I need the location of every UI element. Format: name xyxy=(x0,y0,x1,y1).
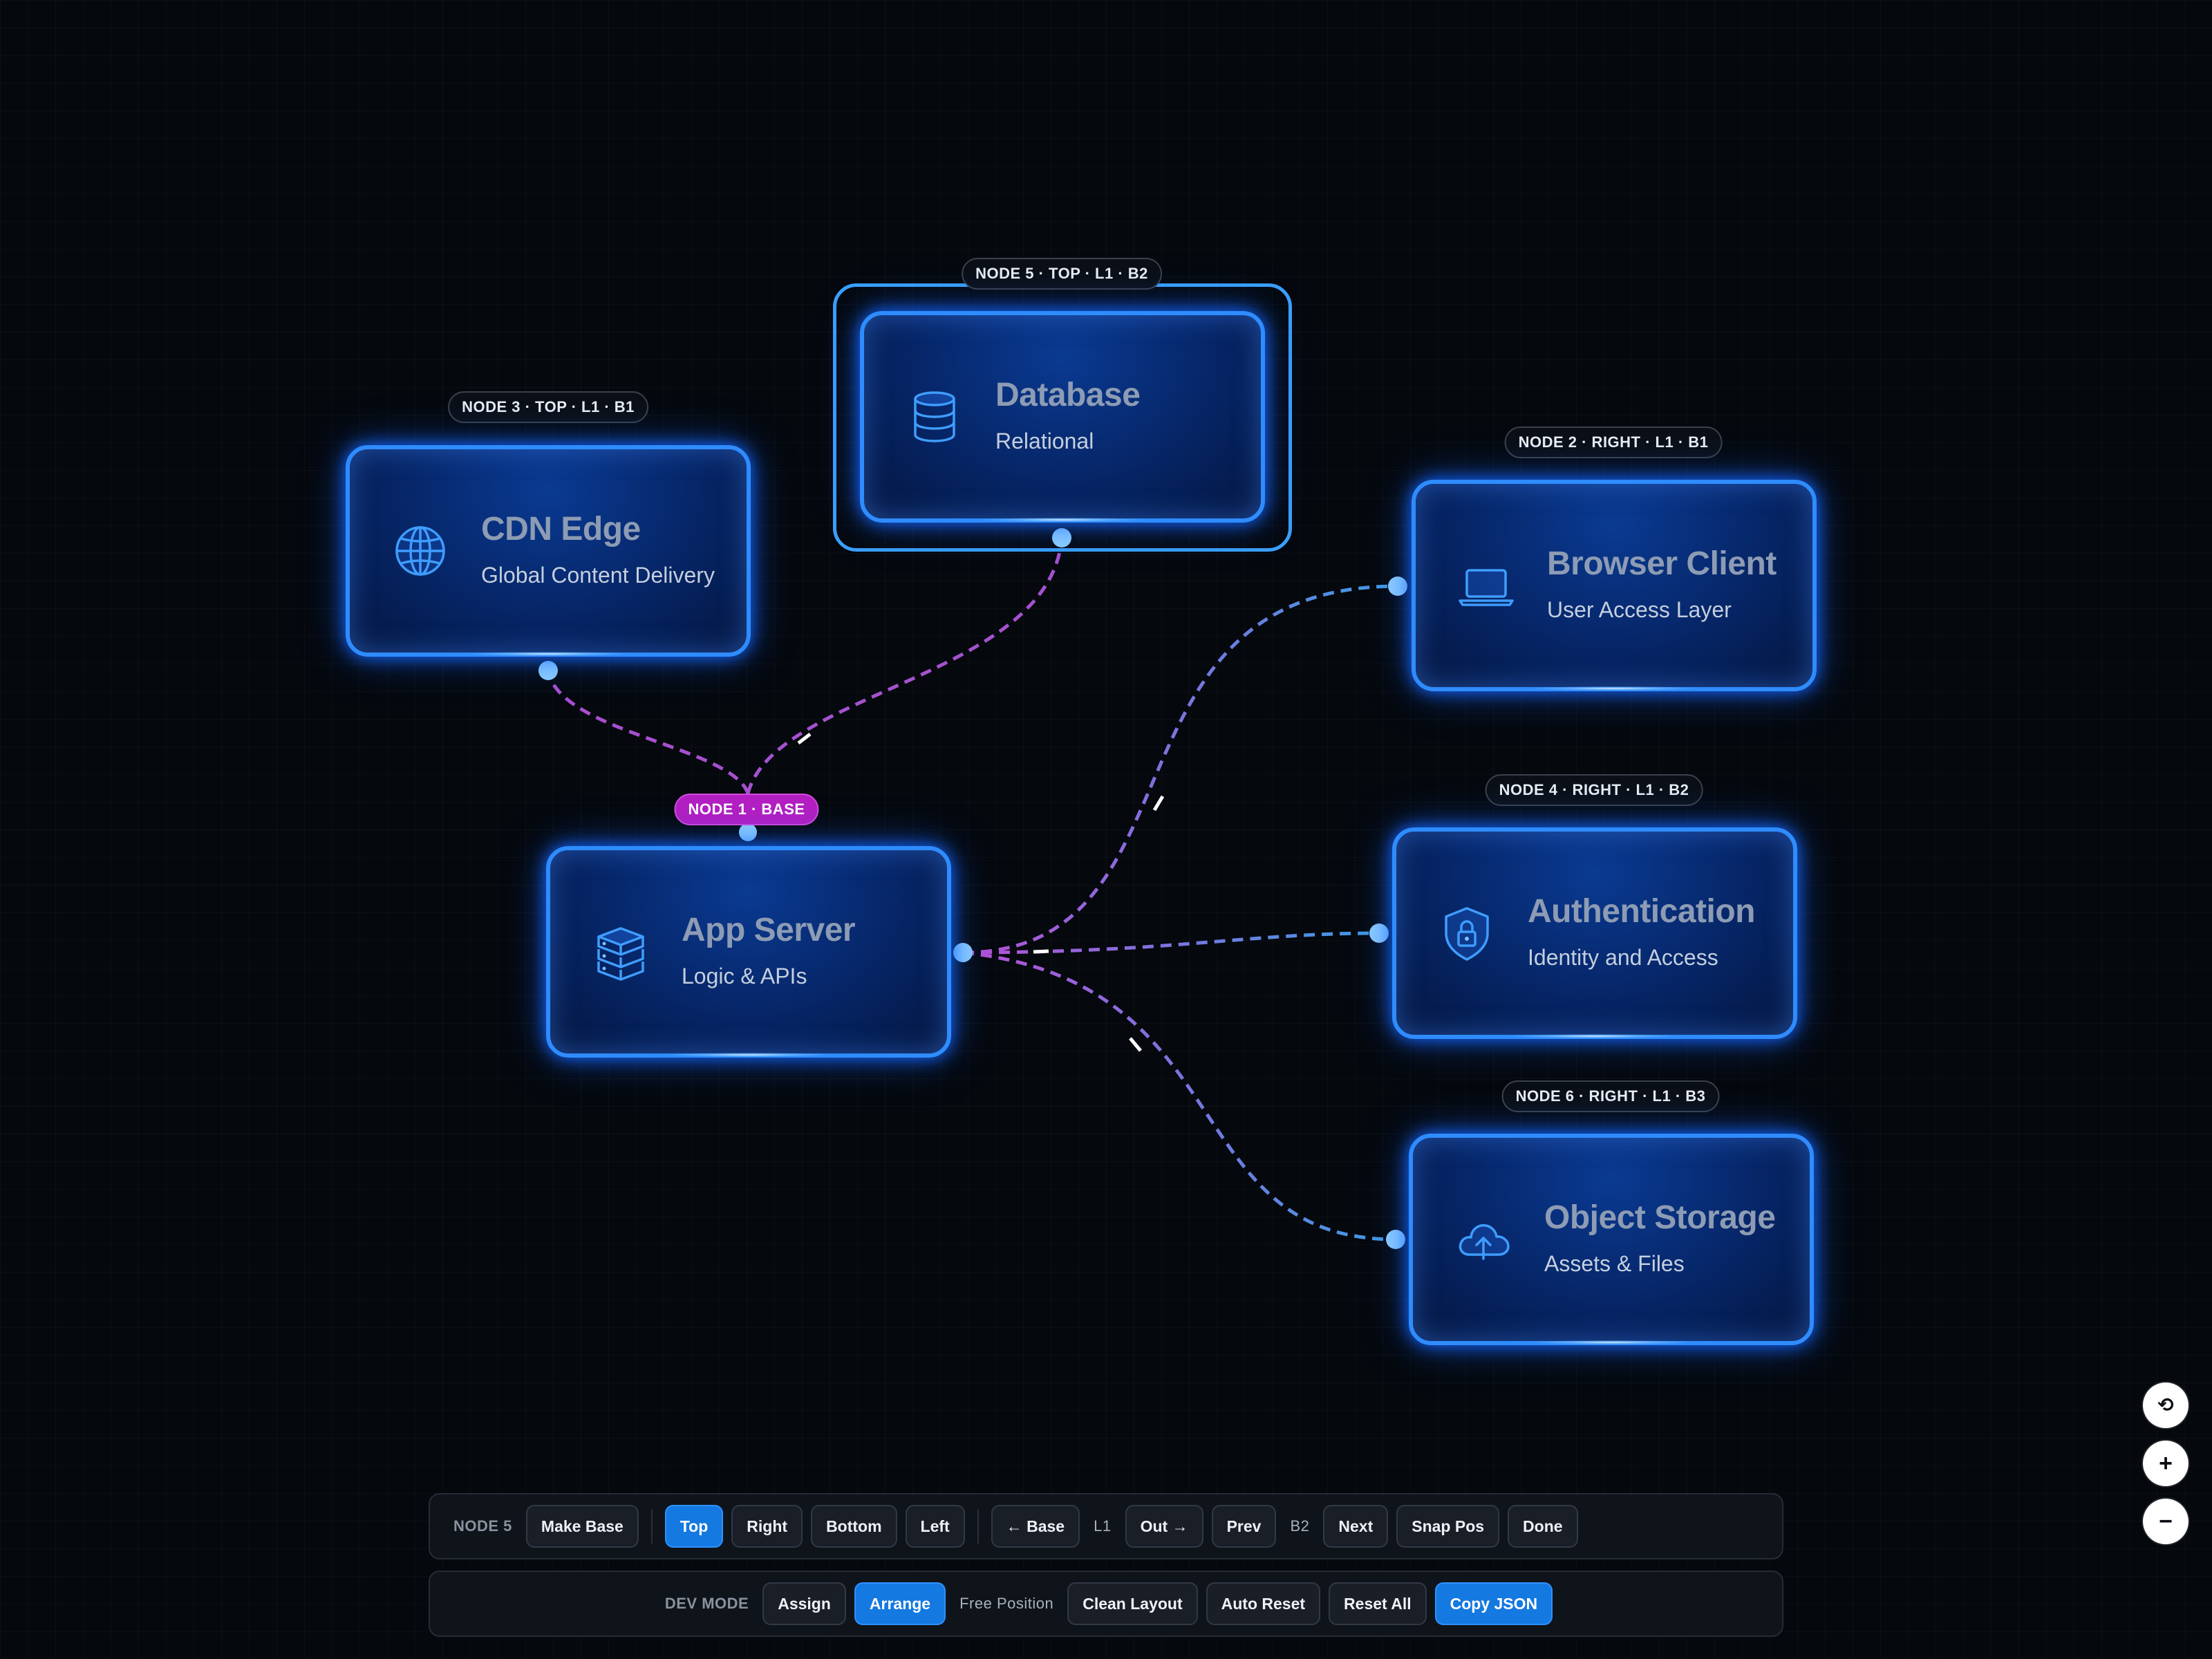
free-position-label: Free Position xyxy=(959,1595,1054,1612)
snap-pos-button[interactable]: Snap Pos xyxy=(1396,1505,1500,1548)
reset-view-button[interactable]: ⟲ xyxy=(2143,1382,2188,1428)
next-branch-button[interactable]: Next xyxy=(1323,1505,1389,1548)
edge-n1-n5 xyxy=(746,537,1064,794)
node-label-n2: NODE 2 · RIGHT · L1 · B1 xyxy=(1504,427,1723,458)
laptop-icon xyxy=(1457,556,1515,615)
side-left-button[interactable]: Left xyxy=(905,1505,965,1548)
copy-json-button[interactable]: Copy JSON xyxy=(1434,1582,1553,1625)
branch-indicator: B2 xyxy=(1290,1517,1310,1535)
to-base-button[interactable]: ← Base xyxy=(991,1505,1080,1548)
edge-flow-marker xyxy=(1152,795,1165,812)
edge-n1-n3 xyxy=(546,670,750,794)
zoom-in-button[interactable]: + xyxy=(2143,1441,2188,1486)
port-n3-bottom[interactable] xyxy=(538,661,558,680)
node-title: Authentication xyxy=(1528,893,1755,930)
node-title: Object Storage xyxy=(1544,1199,1776,1236)
reset-all-button[interactable]: Reset All xyxy=(1329,1582,1427,1625)
node-toolbar: NODE 5 Make Base Top Right Bottom Left ←… xyxy=(429,1493,1783,1559)
node-label-n1: NODE 1 · BASE xyxy=(674,794,819,825)
shield-lock-icon xyxy=(1438,904,1496,962)
node-label-n6: NODE 6 · RIGHT · L1 · B3 xyxy=(1501,1080,1720,1112)
node-subtitle: Logic & APIs xyxy=(682,964,807,988)
node-subtitle: Relational xyxy=(995,429,1094,453)
toolbar-divider xyxy=(650,1509,653,1544)
node-label-n5: NODE 5 · TOP · L1 · B2 xyxy=(962,258,1162,290)
port-n1-top[interactable] xyxy=(739,823,757,841)
level-indicator: L1 xyxy=(1094,1517,1112,1535)
node-label-n4: NODE 4 · RIGHT · L1 · B2 xyxy=(1485,774,1703,806)
port-n4-left[interactable] xyxy=(1369,924,1389,943)
port-n6-left[interactable] xyxy=(1386,1230,1405,1249)
port-n1-right[interactable] xyxy=(953,943,973,962)
prev-branch-button[interactable]: Prev xyxy=(1211,1505,1277,1548)
node-title: CDN Edge xyxy=(481,511,641,547)
dev-mode-label: DEV MODE xyxy=(664,1595,749,1612)
node-label-n3: NODE 3 · TOP · L1 · B1 xyxy=(448,391,648,423)
dev-toolbar: DEV MODE Assign Arrange Free Position Cl… xyxy=(429,1571,1783,1637)
arrange-button[interactable]: Arrange xyxy=(854,1582,946,1625)
selected-node-label: NODE 5 xyxy=(453,1517,512,1535)
assign-button[interactable]: Assign xyxy=(762,1582,846,1625)
done-button[interactable]: Done xyxy=(1508,1505,1578,1548)
edge-n1-n4 xyxy=(962,931,1380,955)
node-subtitle: Identity and Access xyxy=(1528,945,1718,970)
make-base-button[interactable]: Make Base xyxy=(525,1505,639,1548)
node-browser-client[interactable]: Browser Client User Access Layer xyxy=(1412,480,1817,691)
side-bottom-button[interactable]: Bottom xyxy=(811,1505,897,1548)
out-button[interactable]: Out → xyxy=(1125,1505,1203,1548)
side-top-button[interactable]: Top xyxy=(664,1505,724,1548)
node-subtitle: Global Content Delivery xyxy=(481,563,715,588)
port-n2-left[interactable] xyxy=(1388,577,1407,596)
node-object-storage[interactable]: Object Storage Assets & Files xyxy=(1409,1134,1814,1345)
auto-reset-button[interactable]: Auto Reset xyxy=(1206,1582,1321,1625)
toolbar-divider xyxy=(977,1509,979,1544)
node-title: Browser Client xyxy=(1547,545,1777,582)
node-database[interactable]: Database Relational xyxy=(860,311,1265,523)
node-authentication[interactable]: Authentication Identity and Access xyxy=(1392,827,1797,1039)
edge-flow-marker xyxy=(797,733,812,744)
globe-icon xyxy=(391,522,449,580)
node-app-server[interactable]: App Server Logic & APIs xyxy=(546,846,951,1058)
database-icon xyxy=(906,388,964,446)
zoom-out-button[interactable]: − xyxy=(2143,1499,2188,1544)
side-right-button[interactable]: Right xyxy=(731,1505,803,1548)
edges-layer xyxy=(538,528,1407,1249)
edge-flow-marker xyxy=(1033,949,1049,954)
server-icon xyxy=(592,923,650,981)
edge-flow-marker xyxy=(1129,1037,1142,1052)
node-subtitle: Assets & Files xyxy=(1544,1251,1685,1276)
node-cdn-edge[interactable]: CDN Edge Global Content Delivery xyxy=(346,445,751,657)
edge-n1-n6 xyxy=(962,950,1396,1241)
diagram-canvas[interactable]: NODE 1 · BASE NODE 2 · RIGHT · L1 · B1 N… xyxy=(0,0,2212,1659)
edge-n1-n2 xyxy=(962,584,1398,955)
node-title: Database xyxy=(995,377,1141,413)
clean-layout-button[interactable]: Clean Layout xyxy=(1067,1582,1198,1625)
node-title: App Server xyxy=(682,912,856,948)
cloud-upload-icon xyxy=(1454,1210,1512,1268)
node-subtitle: User Access Layer xyxy=(1547,597,1732,622)
